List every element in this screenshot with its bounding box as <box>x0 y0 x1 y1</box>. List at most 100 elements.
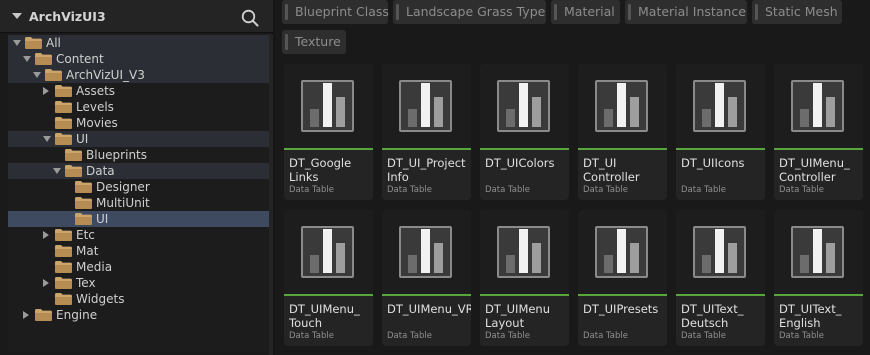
tree-item-label: Blueprints <box>86 148 148 162</box>
tree-item-ui[interactable]: UI <box>8 211 269 227</box>
tree-item-label: UI <box>96 212 109 226</box>
folder-icon <box>55 261 72 273</box>
asset-tile[interactable]: DT_UIPresets Data Table <box>578 210 667 346</box>
asset-name: DT_UIMenu Layout <box>485 302 551 330</box>
expand-arrow-down-icon[interactable] <box>43 136 51 142</box>
tree-item-tex[interactable]: Tex <box>8 275 269 291</box>
tree-item-etc[interactable]: Etc <box>8 227 269 243</box>
tree-item-mat[interactable]: Mat <box>8 243 269 259</box>
asset-type-color-bar <box>382 294 471 296</box>
data-table-icon <box>693 80 746 132</box>
asset-type-color-bar <box>578 148 667 150</box>
asset-tile[interactable]: DT_UIIcons Data Table <box>676 64 765 200</box>
asset-type: Data Table <box>779 185 824 195</box>
tree-item-data[interactable]: Data <box>8 163 269 179</box>
asset-tile[interactable]: DT_UI Controller Data Table <box>578 64 667 200</box>
filter-material[interactable]: Material <box>551 0 620 24</box>
folder-icon <box>55 245 72 257</box>
tree-item-label: Designer <box>96 180 150 194</box>
asset-name: DT_UIMenu_ Touch <box>289 302 360 330</box>
tree-item-widgets[interactable]: Widgets <box>8 291 269 307</box>
expand-arrow-down-icon[interactable] <box>53 168 61 174</box>
expand-arrow-right-icon[interactable] <box>23 311 29 319</box>
folder-icon <box>55 229 72 241</box>
asset-tile[interactable]: DT_UIMenu_ Controller Data Table <box>774 64 863 200</box>
asset-thumbnail <box>284 64 373 148</box>
tree-item-engine[interactable]: Engine <box>8 307 269 323</box>
asset-type-color-bar <box>774 148 863 150</box>
asset-type-color-bar <box>676 294 765 296</box>
filter-static-mesh[interactable]: Static Mesh <box>752 0 842 24</box>
tree-item-movies[interactable]: Movies <box>8 115 269 131</box>
expand-arrow-right-icon[interactable] <box>43 87 49 95</box>
asset-name: DT_UIText_ Deutsch <box>681 302 744 330</box>
tree-item-levels[interactable]: Levels <box>8 99 269 115</box>
filter-material-instance[interactable]: Material Instance <box>625 0 747 24</box>
tree-item-label: Movies <box>76 116 118 130</box>
asset-thumbnail <box>774 64 863 148</box>
asset-type: Data Table <box>387 331 432 341</box>
collapse-caret-icon[interactable] <box>12 13 22 19</box>
asset-thumbnail <box>480 64 569 148</box>
asset-type: Data Table <box>779 331 824 341</box>
folder-icon <box>75 197 92 209</box>
asset-name: DT_UIPresets <box>583 302 659 316</box>
asset-name: DT_UI_Project Info <box>387 156 466 184</box>
asset-tile[interactable]: DT_UIMenu_VR Data Table <box>382 210 471 346</box>
tree-item-assets[interactable]: Assets <box>8 83 269 99</box>
asset-tile[interactable]: DT_UIColors Data Table <box>480 64 569 200</box>
asset-tile[interactable]: DT_UIMenu Layout Data Table <box>480 210 569 346</box>
tree-item-content[interactable]: Content <box>8 51 269 67</box>
asset-type-color-bar <box>284 294 373 296</box>
folder-icon <box>75 181 92 193</box>
folder-tree: All Content ArchVizUI_V3 Assets Levels Movies… <box>8 34 269 352</box>
search-icon[interactable] <box>240 8 260 28</box>
tree-item-all[interactable]: All <box>8 35 269 51</box>
asset-type: Data Table <box>485 331 530 341</box>
tree-item-media[interactable]: Media <box>8 259 269 275</box>
tree-item-label: Engine <box>56 308 98 322</box>
asset-type: Data Table <box>289 185 334 195</box>
tree-item-multiunit[interactable]: MultiUnit <box>8 195 269 211</box>
data-table-icon <box>399 226 452 278</box>
asset-name: DT_UIIcons <box>681 156 745 170</box>
asset-view: Blueprint Class Landscape Grass Type Mat… <box>275 0 870 355</box>
sources-title: ArchVizUI3 <box>29 9 106 24</box>
tree-scrollbar[interactable] <box>269 34 273 355</box>
asset-type-color-bar <box>480 294 569 296</box>
tree-item-ui[interactable]: UI <box>8 131 269 147</box>
folder-icon <box>65 165 82 177</box>
asset-type-color-bar <box>480 148 569 150</box>
tree-item-designer[interactable]: Designer <box>8 179 269 195</box>
expand-arrow-down-icon[interactable] <box>13 40 21 46</box>
asset-tile[interactable]: DT_UIMenu_ Touch Data Table <box>284 210 373 346</box>
tree-item-blueprints[interactable]: Blueprints <box>8 147 269 163</box>
data-table-icon <box>301 80 354 132</box>
tree-item-archvizui-v3[interactable]: ArchVizUI_V3 <box>8 67 269 83</box>
tree-item-label: Etc <box>76 228 95 242</box>
filter-blueprint-class[interactable]: Blueprint Class <box>282 0 389 24</box>
asset-type-color-bar <box>284 148 373 150</box>
folder-icon <box>75 213 92 225</box>
asset-thumbnail <box>480 210 569 294</box>
asset-tile[interactable]: DT_Google Links Data Table <box>284 64 373 200</box>
asset-tile[interactable]: DT_UIText_ English Data Table <box>774 210 863 346</box>
expand-arrow-right-icon[interactable] <box>43 231 49 239</box>
expand-arrow-down-icon[interactable] <box>33 72 41 78</box>
asset-name: DT_UIText_ English <box>779 302 842 330</box>
expand-arrow-right-icon[interactable] <box>43 279 49 287</box>
expand-arrow-down-icon[interactable] <box>23 56 31 62</box>
data-table-icon <box>399 80 452 132</box>
asset-type-color-bar <box>578 294 667 296</box>
filter-texture[interactable]: Texture <box>282 30 346 54</box>
folder-icon <box>55 117 72 129</box>
asset-tile[interactable]: DT_UI_Project Info Data Table <box>382 64 471 200</box>
asset-name: DT_UIColors <box>485 156 555 170</box>
asset-name: DT_UI Controller <box>583 156 640 184</box>
asset-tile[interactable]: DT_UIText_ Deutsch Data Table <box>676 210 765 346</box>
sources-header[interactable]: ArchVizUI3 <box>0 0 273 33</box>
tree-item-label: Mat <box>76 244 99 258</box>
asset-thumbnail <box>382 210 471 294</box>
asset-thumbnail <box>284 210 373 294</box>
filter-landscape-grass-type[interactable]: Landscape Grass Type <box>393 0 546 24</box>
